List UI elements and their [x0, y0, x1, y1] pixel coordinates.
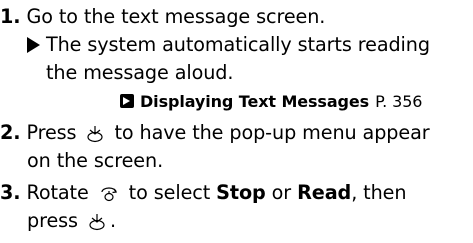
cross-reference-title: Displaying Text Messages — [140, 92, 370, 111]
step-1: 1. Go to the text message screen. — [0, 4, 325, 30]
step-3-line-2-text: press — [27, 209, 78, 232]
option-read: Read — [297, 181, 352, 204]
step-3-text-before: Rotate — [26, 181, 89, 204]
rotary-knob-icon — [101, 187, 117, 202]
enter-button-icon — [87, 126, 104, 143]
step-2-text-after: to have the pop-up menu appear — [114, 121, 430, 144]
step-2-text-line-2: on the screen. — [27, 149, 164, 172]
step-1-note-text-2: the message aloud. — [46, 61, 234, 84]
cross-reference-icon — [120, 94, 134, 108]
cross-reference-page: P. 356 — [375, 92, 423, 111]
step-1-text: Go to the text message screen. — [26, 5, 326, 28]
enter-button-icon — [89, 214, 105, 231]
step-1-note-text-1: The system automatically starts reading — [46, 33, 430, 56]
option-stop: Stop — [216, 181, 266, 204]
step-3-text-mid: to select — [128, 181, 211, 204]
step-2-text-before: Press — [26, 121, 77, 144]
step-2-line-2: on the screen. — [27, 148, 163, 174]
step-1-note-line-2: the message aloud. — [46, 60, 233, 86]
cross-reference[interactable]: Displaying Text Messages P. 356 — [120, 88, 422, 115]
step-3-text-after: , then — [351, 181, 407, 204]
step-3-line-2: press . — [27, 208, 116, 234]
instruction-page: 1. Go to the text message screen. The sy… — [0, 0, 473, 243]
step-3-or: or — [271, 181, 292, 204]
step-3-number: 3. — [0, 181, 21, 204]
step-1-note-line-1: The system automatically starts reading — [27, 32, 430, 58]
step-2: 2. Press to have the pop-up menu appear — [0, 120, 430, 146]
result-arrow-icon — [27, 37, 40, 53]
step-1-number: 1. — [0, 5, 21, 28]
step-3: 3. Rotate to select Stop or Read, then — [0, 180, 407, 206]
step-2-number: 2. — [0, 121, 21, 144]
step-3-line-2-period: . — [109, 209, 116, 232]
